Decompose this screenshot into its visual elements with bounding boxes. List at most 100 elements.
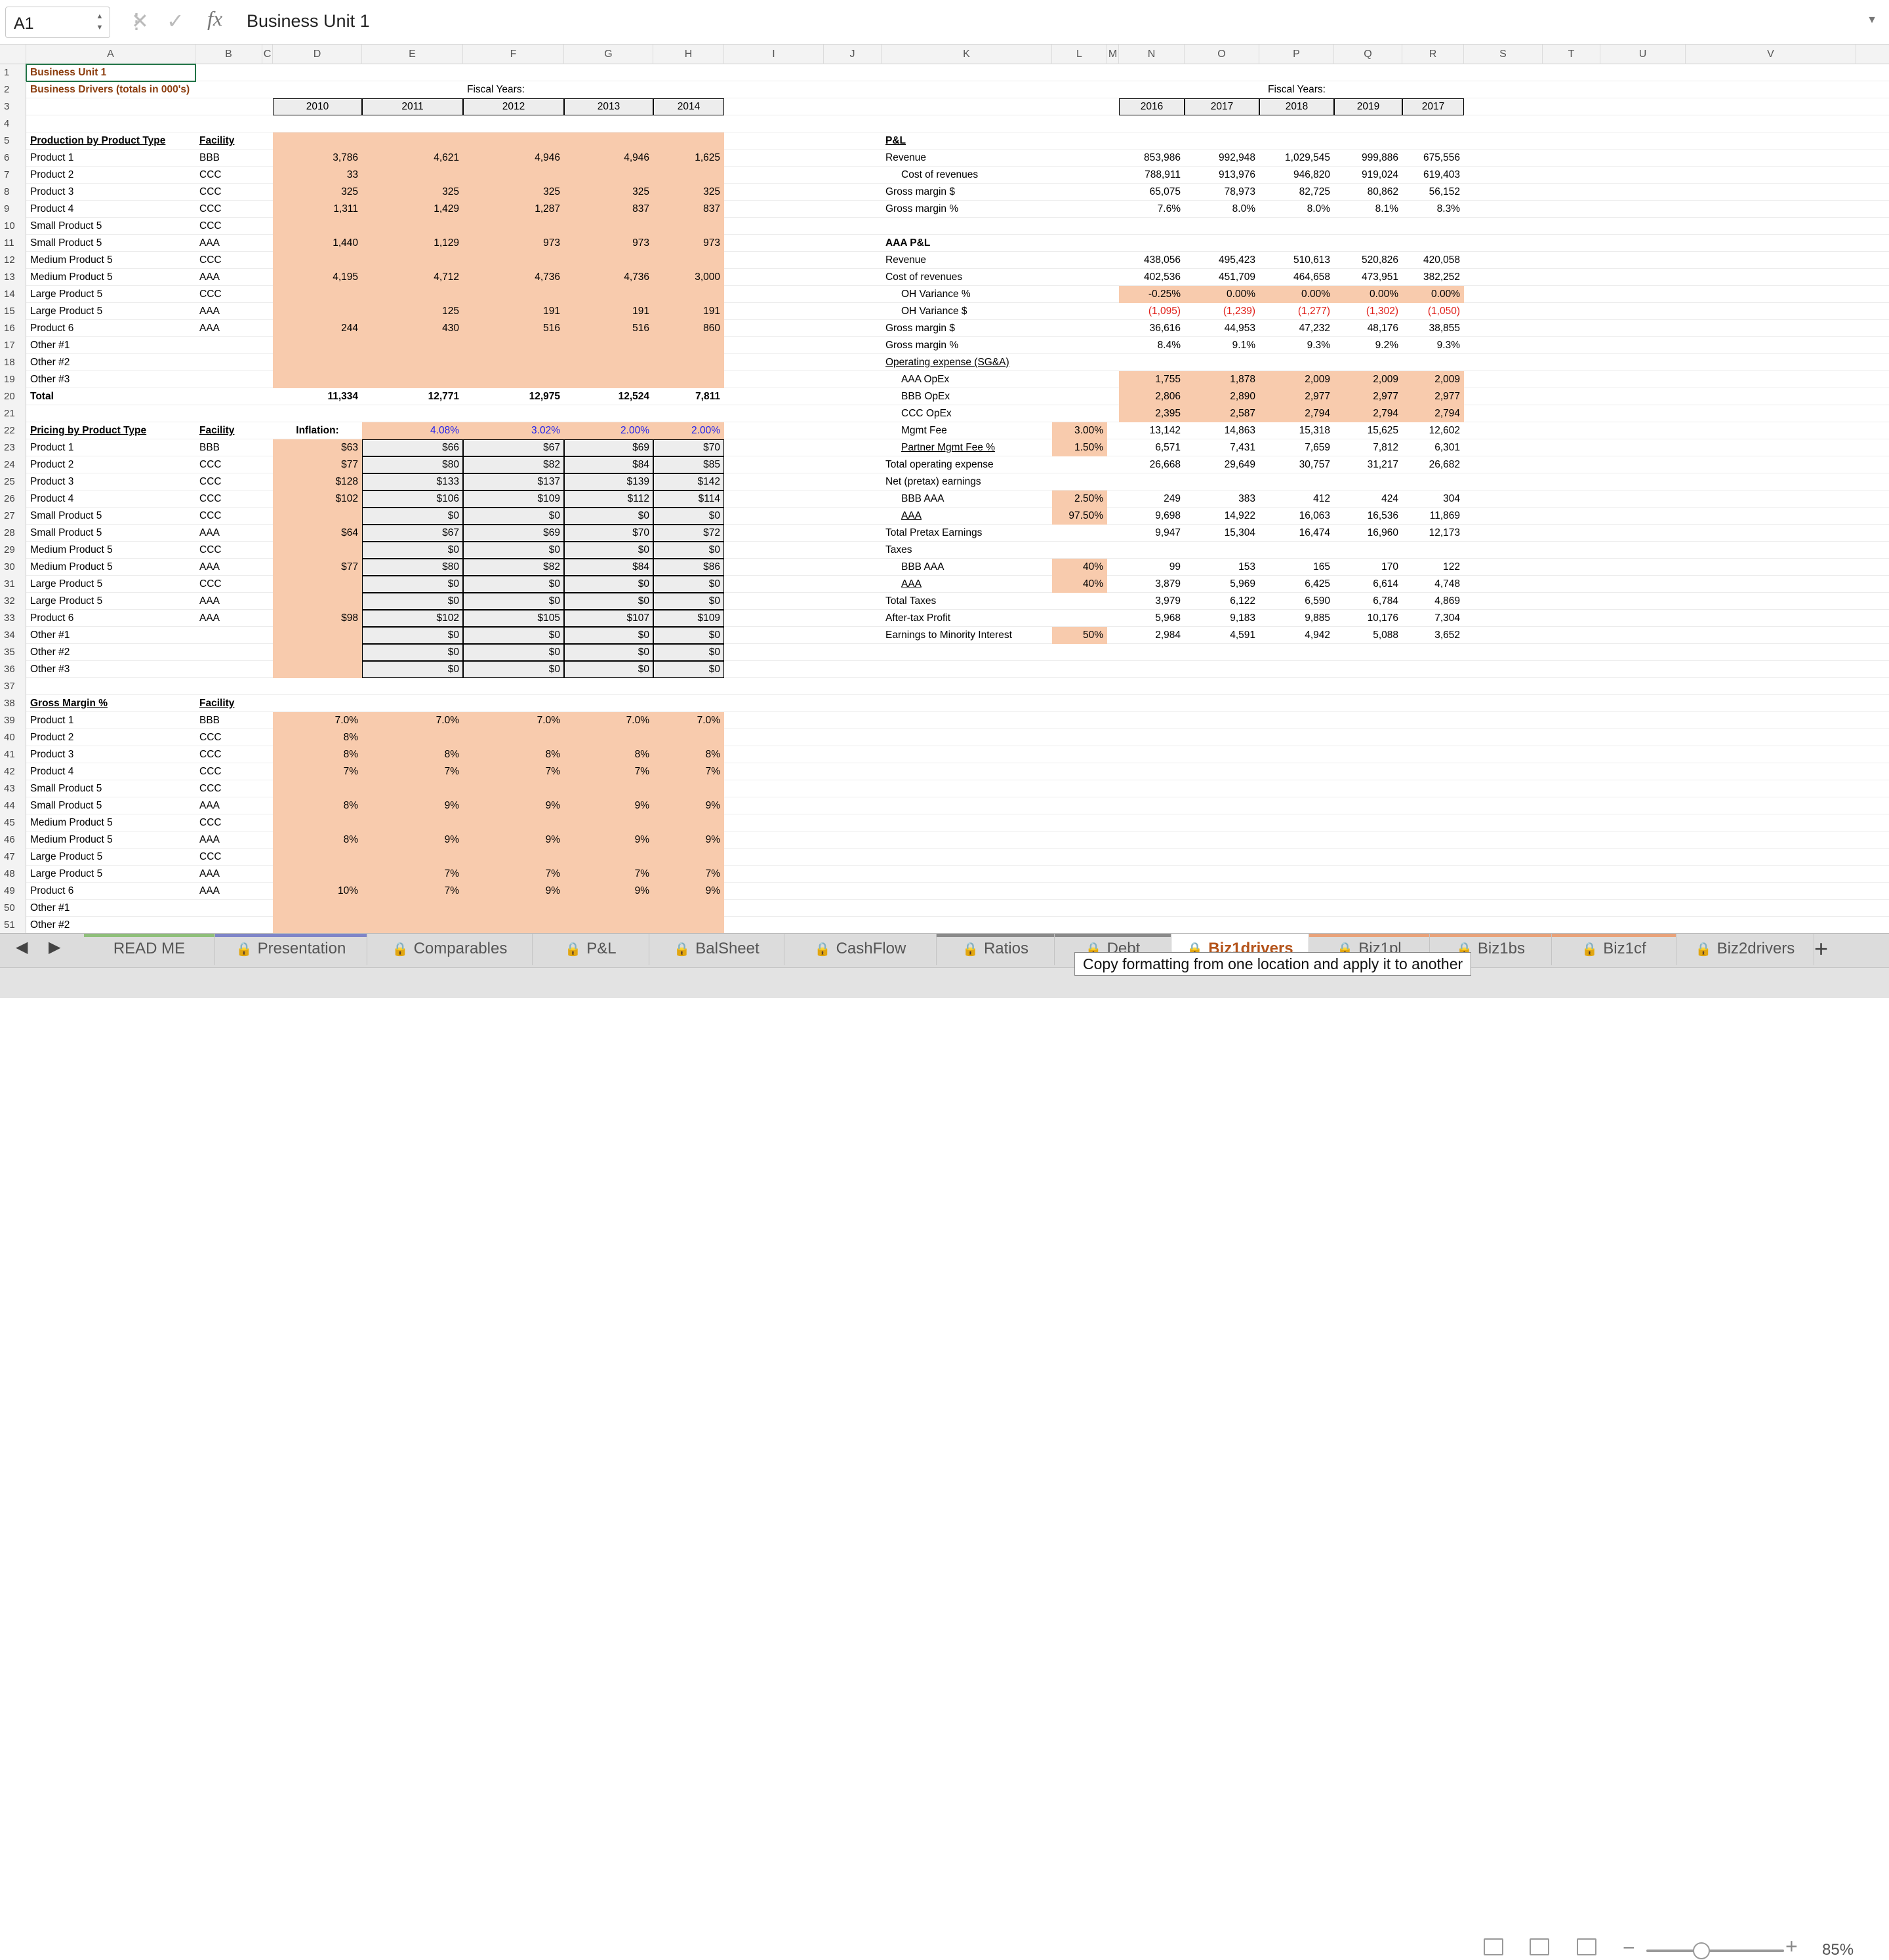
cell-e14[interactable]	[362, 286, 463, 303]
cell-l23[interactable]: 1.50%	[1052, 439, 1107, 456]
cell-h47[interactable]	[653, 849, 724, 866]
cell-k6[interactable]: Revenue	[882, 150, 1052, 167]
cell-g51[interactable]	[564, 917, 653, 933]
cell-a12[interactable]: Medium Product 5	[26, 252, 195, 269]
cell-g16[interactable]: 516	[564, 320, 653, 337]
cell-q6[interactable]: 999,886	[1334, 150, 1402, 167]
sheet-tab-read-me[interactable]: READ ME	[84, 934, 215, 965]
cell-q20[interactable]: 2,977	[1334, 388, 1402, 405]
cell-g28[interactable]: $70	[564, 525, 653, 542]
cell-g8[interactable]: 325	[564, 184, 653, 201]
cell-a32[interactable]: Large Product 5	[26, 593, 195, 610]
cell-r21[interactable]: 2,794	[1402, 405, 1464, 422]
cell-o28[interactable]: 15,304	[1185, 525, 1259, 542]
cell-f36[interactable]: $0	[463, 661, 564, 678]
cell-e35[interactable]: $0	[362, 644, 463, 661]
cell-r31[interactable]: 4,748	[1402, 576, 1464, 593]
row-header[interactable]: 21	[0, 405, 26, 422]
cell-h43[interactable]	[653, 780, 724, 797]
column-header-a[interactable]: A	[26, 45, 195, 64]
cell-k19[interactable]: AAA OpEx	[882, 371, 1052, 388]
cell-k23[interactable]: Partner Mgmt Fee %	[882, 439, 1052, 456]
cell-b7[interactable]: CCC	[195, 167, 262, 184]
cell-n23[interactable]: 6,571	[1119, 439, 1185, 456]
cell-o30[interactable]: 153	[1185, 559, 1259, 576]
cell-o14[interactable]: 0.00%	[1185, 286, 1259, 303]
cell-r6[interactable]: 675,556	[1402, 150, 1464, 167]
cell-b13[interactable]: AAA	[195, 269, 262, 286]
cell-e19[interactable]	[362, 371, 463, 388]
cell-e26[interactable]: $106	[362, 490, 463, 508]
row-header[interactable]: 46	[0, 831, 26, 849]
cell-k17[interactable]: Gross margin %	[882, 337, 1052, 354]
cell-q23[interactable]: 7,812	[1334, 439, 1402, 456]
row-header[interactable]: 27	[0, 508, 26, 525]
cell-h31[interactable]: $0	[653, 576, 724, 593]
cell-d26[interactable]: $102	[273, 490, 362, 508]
cell-a23[interactable]: Product 1	[26, 439, 195, 456]
cell-f9[interactable]: 1,287	[463, 201, 564, 218]
zoom-slider[interactable]	[1646, 1950, 1784, 1952]
cell-f11[interactable]: 973	[463, 235, 564, 252]
cell-b29[interactable]: CCC	[195, 542, 262, 559]
cell-f41[interactable]: 8%	[463, 746, 564, 763]
cell-r3[interactable]: 2017	[1402, 98, 1464, 115]
row-header[interactable]: 9	[0, 201, 26, 218]
cell-a45[interactable]: Medium Product 5	[26, 814, 195, 831]
cell-b25[interactable]: CCC	[195, 473, 262, 490]
cell-g12[interactable]	[564, 252, 653, 269]
cell-a31[interactable]: Large Product 5	[26, 576, 195, 593]
cell-k22[interactable]: Mgmt Fee	[882, 422, 1052, 439]
cell-g48[interactable]: 7%	[564, 866, 653, 883]
cell-f20[interactable]: 12,975	[463, 388, 564, 405]
cell-g20[interactable]: 12,524	[564, 388, 653, 405]
add-sheet-icon[interactable]: +	[1814, 935, 1828, 963]
worksheet-grid[interactable]: ABCDEFGHIJKLMNOPQRSTUV 1 Business Unit 12…	[0, 45, 1889, 933]
cell-p26[interactable]: 412	[1259, 490, 1334, 508]
cell-d34[interactable]	[273, 627, 362, 644]
cell-f31[interactable]: $0	[463, 576, 564, 593]
cell-d16[interactable]: 244	[273, 320, 362, 337]
cell-g11[interactable]: 973	[564, 235, 653, 252]
row-header[interactable]: 24	[0, 456, 26, 473]
cell-a51[interactable]: Other #2	[26, 917, 195, 933]
cell-k7[interactable]: Cost of revenues	[882, 167, 1052, 184]
cell-e44[interactable]: 9%	[362, 797, 463, 814]
cell-g40[interactable]	[564, 729, 653, 746]
cell-h16[interactable]: 860	[653, 320, 724, 337]
cell-a24[interactable]: Product 2	[26, 456, 195, 473]
cell-e29[interactable]: $0	[362, 542, 463, 559]
cell-f6[interactable]: 4,946	[463, 150, 564, 167]
row-header[interactable]: 30	[0, 559, 26, 576]
cell-l26[interactable]: 2.50%	[1052, 490, 1107, 508]
cell-h18[interactable]	[653, 354, 724, 371]
cell-d13[interactable]: 4,195	[273, 269, 362, 286]
cell-g41[interactable]: 8%	[564, 746, 653, 763]
cell-a8[interactable]: Product 3	[26, 184, 195, 201]
sheet-tab-comparables[interactable]: 🔒 Comparables	[367, 934, 533, 965]
cell-d12[interactable]	[273, 252, 362, 269]
cell-q17[interactable]: 9.2%	[1334, 337, 1402, 354]
sheet-tab-p-l[interactable]: 🔒 P&L	[533, 934, 649, 965]
cell-p22[interactable]: 15,318	[1259, 422, 1334, 439]
cell-a19[interactable]: Other #3	[26, 371, 195, 388]
cell-r14[interactable]: 0.00%	[1402, 286, 1464, 303]
cell-a48[interactable]: Large Product 5	[26, 866, 195, 883]
row-header[interactable]: 40	[0, 729, 26, 746]
cell-d43[interactable]	[273, 780, 362, 797]
cell-q34[interactable]: 5,088	[1334, 627, 1402, 644]
cell-k20[interactable]: BBB OpEx	[882, 388, 1052, 405]
row-header[interactable]: 1	[0, 64, 26, 81]
sheet-tab-balsheet[interactable]: 🔒 BalSheet	[649, 934, 784, 965]
cell-f25[interactable]: $137	[463, 473, 564, 490]
row-header[interactable]: 26	[0, 490, 26, 508]
cell-a13[interactable]: Medium Product 5	[26, 269, 195, 286]
enter-check-icon[interactable]: ✓	[167, 9, 184, 33]
normal-view-icon[interactable]	[1484, 1938, 1503, 1955]
cell-p32[interactable]: 6,590	[1259, 593, 1334, 610]
cell-o12[interactable]: 495,423	[1185, 252, 1259, 269]
cell-d27[interactable]	[273, 508, 362, 525]
column-header-i[interactable]: I	[724, 45, 824, 64]
row-header[interactable]: 10	[0, 218, 26, 235]
cell-p33[interactable]: 9,885	[1259, 610, 1334, 627]
